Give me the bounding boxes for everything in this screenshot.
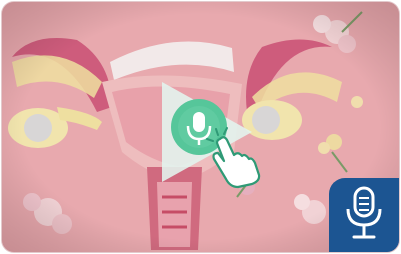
microphone-badge[interactable]: [329, 178, 399, 252]
microphone-icon: [346, 186, 382, 239]
video-card[interactable]: [2, 2, 399, 252]
